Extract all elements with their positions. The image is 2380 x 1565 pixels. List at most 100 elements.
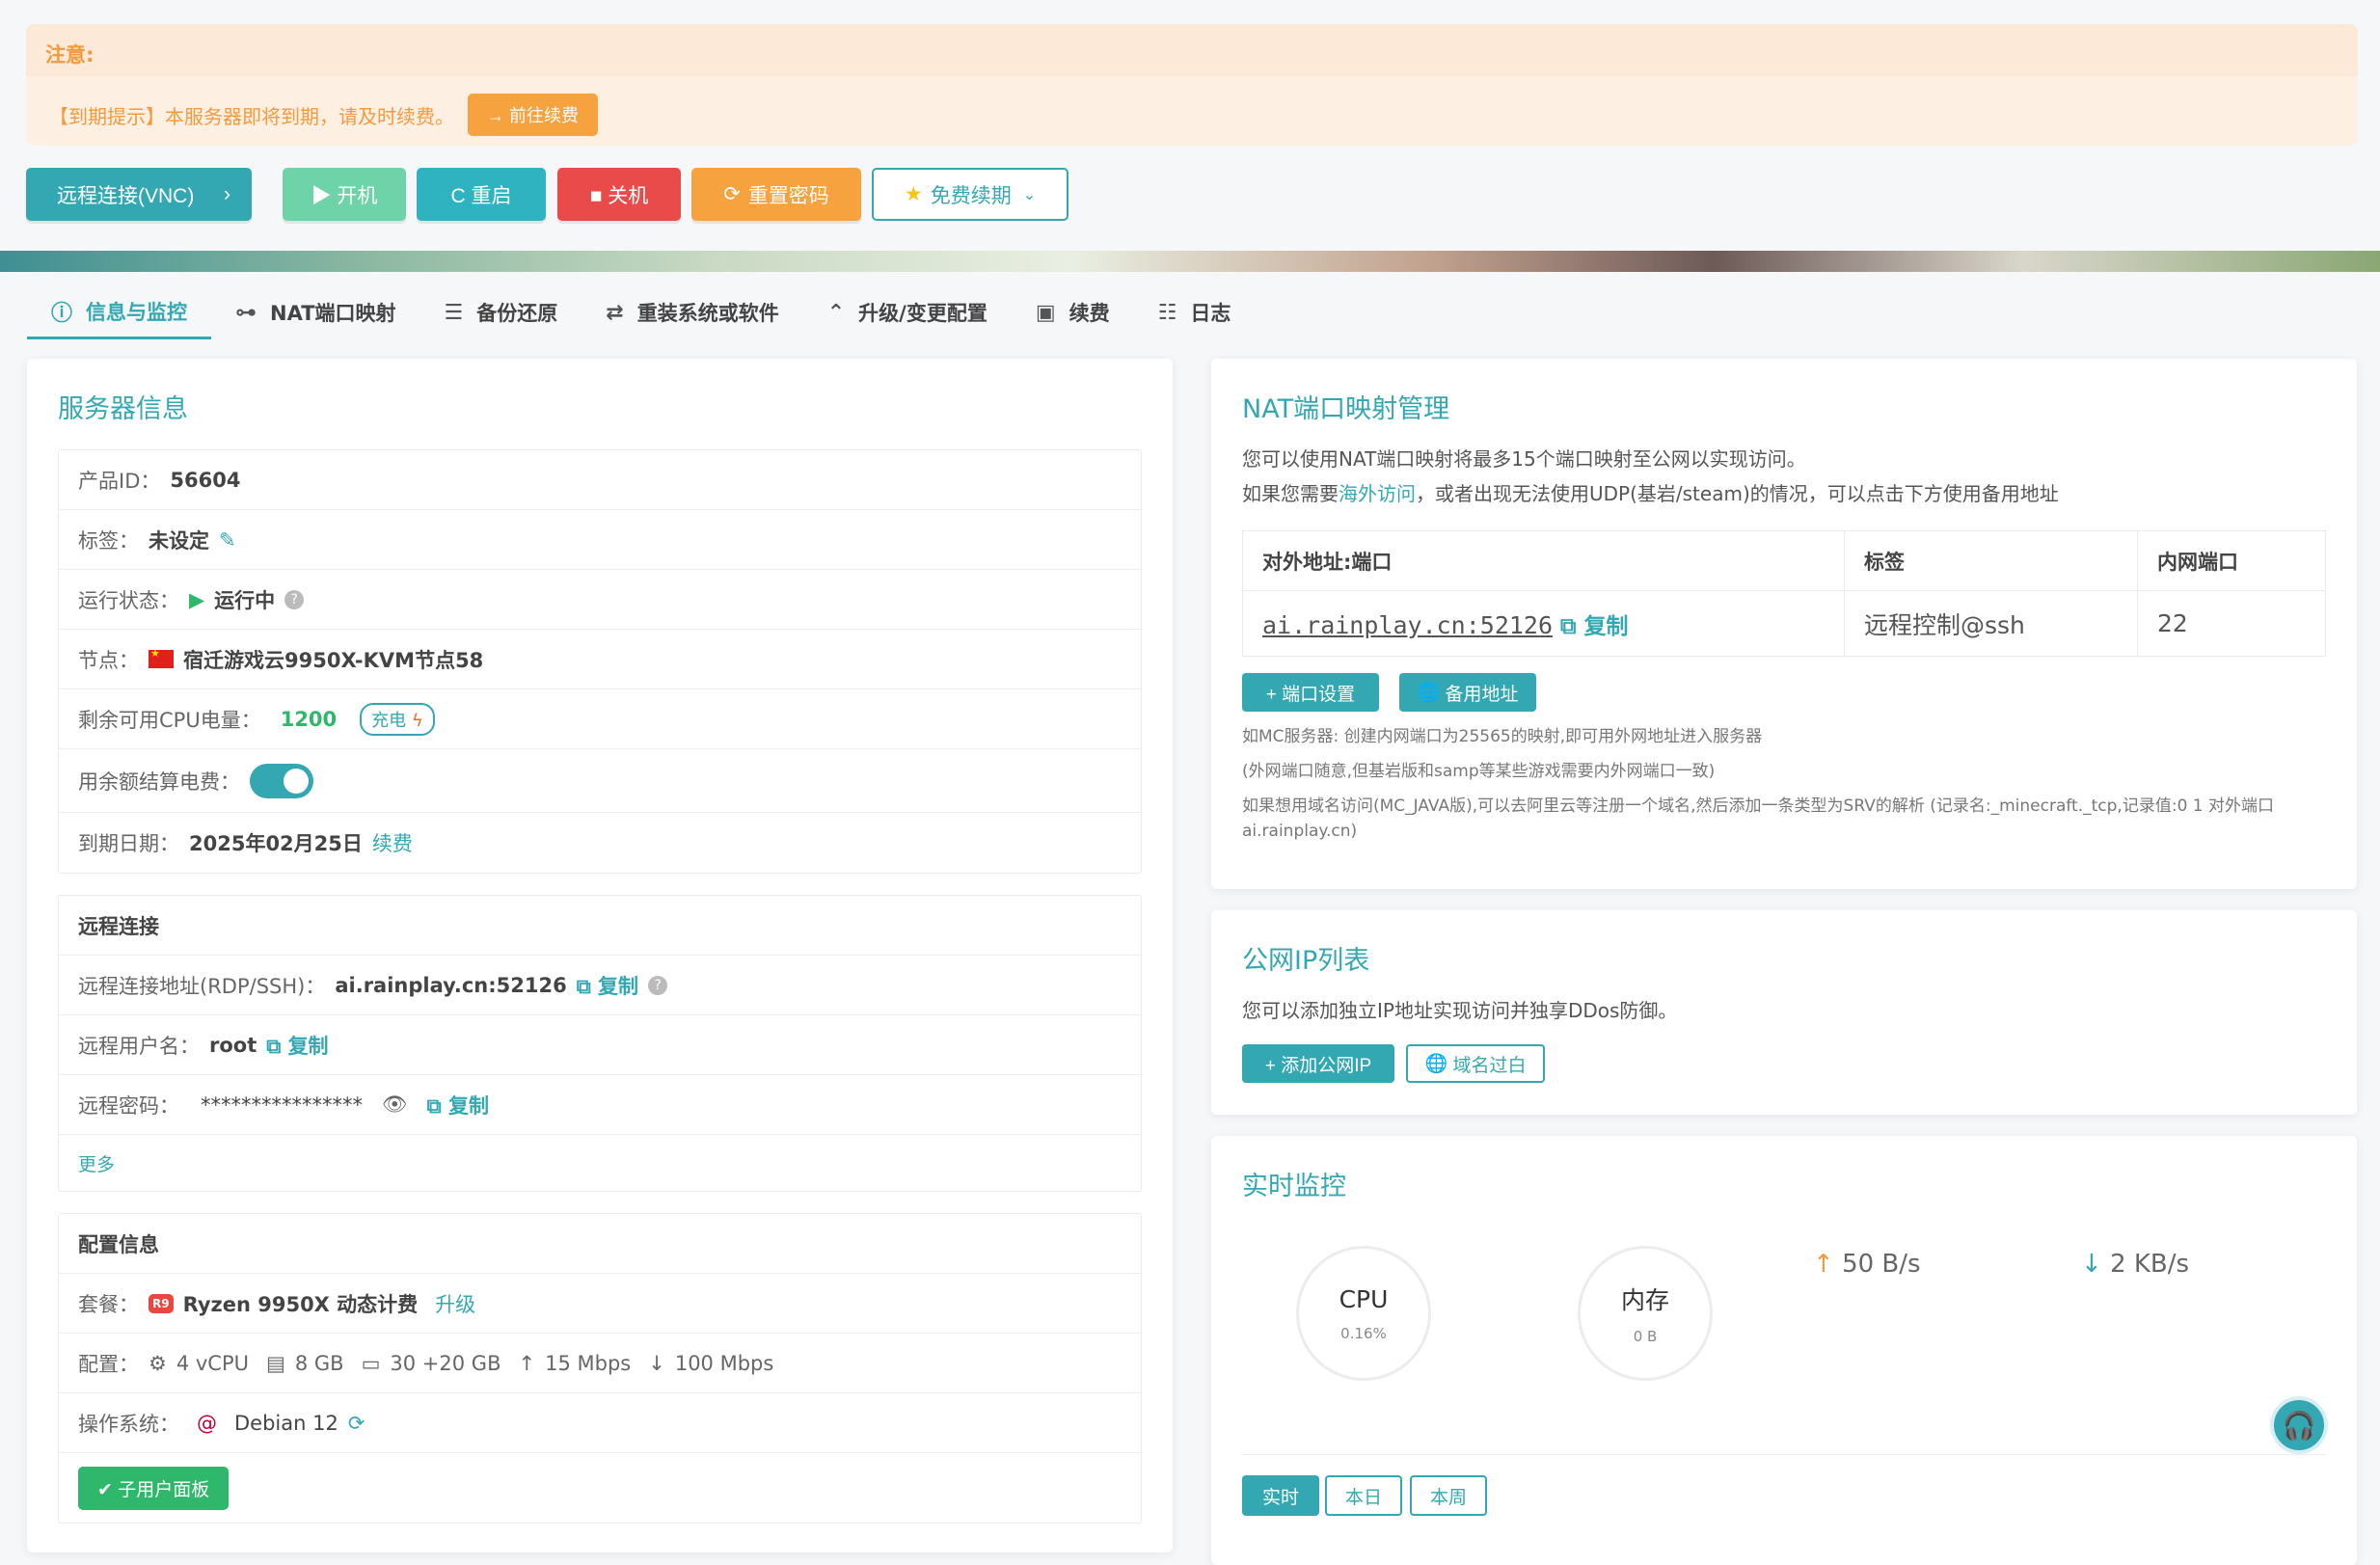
tab-log[interactable]: ☷ 日志 bbox=[1134, 285, 1256, 339]
nat-desc-2: 如果您需要海外访问，或者出现无法使用UDP(基岩/steam)的情况，可以点击下… bbox=[1242, 478, 2059, 506]
range-today[interactable]: 本日 bbox=[1325, 1475, 1402, 1516]
upload-speed: ↑ 50 B/s bbox=[1813, 1250, 1921, 1279]
shutdown-button[interactable]: ■ 关机 bbox=[557, 168, 681, 221]
range-realtime[interactable]: 实时 bbox=[1242, 1475, 1319, 1516]
debian-icon: @ bbox=[197, 1411, 217, 1435]
nat-addr-link[interactable]: ai.rainplay.cn:52126 bbox=[1262, 611, 1553, 639]
nat-title: NAT端口映射管理 bbox=[1242, 394, 1450, 424]
backup-address-button[interactable]: 🌐 备用地址 bbox=[1399, 673, 1536, 712]
server-info-card: 服务器信息 产品ID： 56604 标签： 未设定 ✎ 运行状态： ▶ 运行中? 节点： 宿… bbox=[27, 359, 1173, 1552]
remote-addr-row: 远程连接地址(RDP/SSH)： ai.rainplay.cn:52126 ⧉ 复制… bbox=[59, 956, 1141, 1015]
product-id-value: 56604 bbox=[170, 468, 241, 492]
remote-heading-row: 远程连接 bbox=[59, 896, 1141, 956]
sub-user-panel-button[interactable]: ✔ 子用户面板 bbox=[78, 1466, 230, 1510]
remote-pass-row: 远程密码： **************** 👁 ⧉ 复制 bbox=[59, 1075, 1141, 1135]
tab-label: 备份还原 bbox=[476, 302, 558, 325]
tab-info-monitor[interactable]: ⓘ 信息与监控 bbox=[27, 285, 212, 339]
status-value: 运行中 bbox=[214, 588, 276, 612]
help-icon[interactable]: ? bbox=[648, 975, 668, 995]
public-ip-title: 公网IP列表 bbox=[1242, 946, 1370, 976]
refresh-icon: ⟳ bbox=[723, 183, 741, 205]
decorative-banner bbox=[0, 251, 2380, 272]
play-circle-icon: ▶ bbox=[189, 587, 205, 611]
label: 配置： bbox=[78, 1352, 139, 1376]
add-public-ip-button[interactable]: + 添加公网IP bbox=[1242, 1044, 1394, 1083]
table-row: ai.rainplay.cn:52126 ⧉ 复制 远程控制@ssh 22 bbox=[1242, 590, 2326, 657]
copy-user-button[interactable]: ⧉ 复制 bbox=[266, 1031, 328, 1060]
copy-icon: ⧉ bbox=[1559, 613, 1577, 639]
arrow-down-icon: ↓ bbox=[648, 1351, 665, 1375]
chevron-right-icon: › bbox=[224, 182, 230, 205]
label: 剩余可用CPU电量： bbox=[78, 708, 261, 732]
server-info-title: 服务器信息 bbox=[58, 394, 188, 424]
label: 节点： bbox=[78, 648, 139, 672]
copy-icon: ⧉ bbox=[266, 1034, 282, 1058]
memory-gauge-label: 内存 bbox=[1620, 1286, 1669, 1314]
label: 套餐： bbox=[78, 1292, 139, 1316]
charge-label: 充电 bbox=[371, 710, 407, 731]
more-link[interactable]: 更多 bbox=[78, 1150, 115, 1176]
tab-nat[interactable]: ⊶ NAT端口映射 bbox=[211, 285, 420, 339]
overseas-access-link[interactable]: 海外访问 bbox=[1339, 482, 1416, 505]
upload-value: 15 Mbps bbox=[545, 1351, 632, 1375]
support-headset-icon[interactable]: 🎧 bbox=[2270, 1396, 2328, 1454]
label: 标签： bbox=[78, 528, 139, 553]
reset-password-button[interactable]: ⟳ 重置密码 bbox=[691, 168, 861, 221]
divider bbox=[1242, 1454, 2326, 1455]
balance-row: 用余额结算电费： bbox=[59, 749, 1141, 813]
label: 到期日期： bbox=[78, 832, 179, 855]
label: 操作系统： bbox=[78, 1412, 179, 1436]
balance-toggle[interactable] bbox=[250, 763, 313, 798]
edit-icon[interactable]: ✎ bbox=[219, 528, 236, 552]
tab-backup[interactable]: ☰ 备份还原 bbox=[420, 285, 582, 339]
tab-reinstall[interactable]: ⇄ 重装系统或软件 bbox=[581, 285, 802, 339]
tag-value: 未设定 bbox=[149, 528, 209, 553]
remote-addr-value: ai.rainplay.cn:52126 bbox=[335, 973, 567, 997]
vnc-button[interactable]: 远程连接(VNC) › bbox=[26, 168, 252, 221]
drive-icon: ☰ bbox=[444, 300, 464, 325]
nat-addr-cell: ai.rainplay.cn:52126 ⧉ 复制 bbox=[1242, 590, 1845, 657]
copy-nat-button[interactable]: ⧉ 复制 bbox=[1560, 614, 1628, 639]
port-settings-button[interactable]: + 端口设置 bbox=[1242, 673, 1379, 712]
label: 产品ID： bbox=[78, 469, 161, 493]
range-week[interactable]: 本周 bbox=[1410, 1475, 1487, 1516]
label: 远程连接地址(RDP/SSH)： bbox=[78, 974, 326, 998]
more-row: 更多 bbox=[59, 1135, 1141, 1191]
start-button[interactable]: ▶ 开机 bbox=[283, 168, 406, 221]
whitelist-button[interactable]: 🌐 域名过白 bbox=[1406, 1044, 1545, 1083]
charge-button[interactable]: 充电 ϟ bbox=[360, 702, 435, 736]
free-renew-dropdown[interactable]: ★ 免费续期 ⌄ bbox=[872, 168, 1068, 221]
tab-renew[interactable]: ▣ 续费 bbox=[1012, 285, 1134, 339]
copy-icon: ⧉ bbox=[426, 1093, 442, 1118]
remote-pass-value: **************** bbox=[201, 1093, 363, 1117]
monitor-title: 实时监控 bbox=[1242, 1172, 1346, 1201]
remote-section: 远程连接 远程连接地址(RDP/SSH)： ai.rainplay.cn:5212… bbox=[58, 895, 1142, 1192]
upgrade-icon: ⌃ bbox=[826, 300, 846, 325]
copy-addr-button[interactable]: ⧉ 复制 bbox=[577, 971, 638, 1000]
restart-button[interactable]: C 重启 bbox=[417, 168, 546, 221]
public-ip-desc: 您可以添加独立IP地址实现访问并独享DDos防御。 bbox=[1242, 999, 1678, 1022]
cpu-gauge-label: CPU bbox=[1339, 1284, 1389, 1313]
free-renew-label: 免费续期 bbox=[930, 184, 1012, 207]
download-speed-value: 2 KB/s bbox=[2110, 1250, 2190, 1279]
config-heading-row: 配置信息 bbox=[59, 1214, 1141, 1274]
nat-port-cell: 22 bbox=[2137, 590, 2326, 657]
renew-link[interactable]: 续费 bbox=[372, 828, 413, 857]
r9-badge-icon: R9 bbox=[149, 1293, 174, 1313]
tab-bar: ⓘ 信息与监控 ⊶ NAT端口映射 ☰ 备份还原 ⇄ 重装系统或软件 ⌃ 升级/变更配置 … bbox=[27, 285, 1255, 339]
refresh-icon[interactable]: ⟳ bbox=[348, 1412, 365, 1435]
os-value: Debian 12 bbox=[234, 1411, 338, 1435]
plan-value: Ryzen 9950X 动态计费 bbox=[182, 1292, 419, 1316]
copy-pass-button[interactable]: ⧉ 复制 bbox=[427, 1091, 489, 1120]
tag-row: 标签： 未设定 ✎ bbox=[59, 510, 1141, 570]
renew-button[interactable]: → 前往续费 bbox=[468, 94, 599, 136]
monitor-card: 实时监控 CPU 0.16% 内存 0 B ↑ 50 B/s ↓ 2 KB/s … bbox=[1211, 1136, 2357, 1565]
help-icon[interactable]: ? bbox=[284, 589, 305, 609]
upgrade-link[interactable]: 升级 bbox=[435, 1289, 475, 1318]
remote-title: 远程连接 bbox=[78, 914, 159, 938]
tab-upgrade[interactable]: ⌃ 升级/变更配置 bbox=[803, 285, 1012, 339]
server-info-section: 产品ID： 56604 标签： 未设定 ✎ 运行状态： ▶ 运行中? 节点： 宿迁游戏云99… bbox=[58, 449, 1142, 874]
eye-icon[interactable]: 👁 bbox=[382, 1093, 408, 1117]
notice-message: 【到期提示】本服务器即将到期，请及时续费。 bbox=[49, 104, 454, 128]
tab-label: 信息与监控 bbox=[86, 300, 188, 324]
